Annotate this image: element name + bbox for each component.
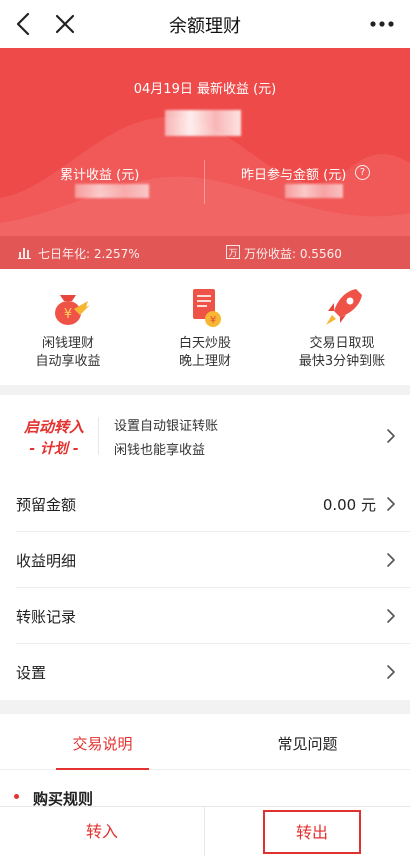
help-question-icon[interactable]: ? [355,165,370,180]
reserved-amount-row[interactable]: 预留金额 0.00 元 [0,476,410,532]
earnings-summary-panel: 04月19日 最新收益 (元) 累计收益 (元) 昨日参与金额 (元) ? 七日… [0,48,410,269]
chevron-right-icon [387,665,395,679]
promo-divider [98,417,99,455]
settings-row[interactable]: 设置 [0,644,410,700]
feature-idle-money: ¥ 闲钱理财 自动享收益 [0,283,136,371]
promo-line2: 闲钱也能享收益 [114,443,206,458]
svg-text:¥: ¥ [210,315,216,326]
chevron-right-icon [387,553,395,567]
top-nav-bar: 余额理财 [0,0,410,48]
hero-divider [204,160,205,204]
logo-line1: 启动转入 [23,418,84,436]
row-label: 预留金额 [16,496,77,514]
cumulative-earnings-label: 累计收益 (元) [60,168,140,183]
promo-line1: 设置自动银证转账 [114,419,219,434]
row-label: 转账记录 [16,608,77,626]
bottom-divider [204,807,205,856]
bottom-action-bar: 转入 转出 [0,806,410,856]
feature-fast-withdrawal: 交易日取现 最快3分钟到账 [274,283,410,371]
tab-trading-instructions[interactable]: 交易说明 [0,733,205,754]
feature-line: 闲钱理财 [41,336,94,351]
chevron-right-icon [387,609,395,623]
cumulative-earnings-value-masked [75,184,149,198]
auto-transfer-promo[interactable]: 启动转入 - 计划 - 设置自动银证转账 闲钱也能享收益 [0,395,410,478]
row-label: 设置 [16,664,47,682]
ten-thousand-icon: 万 [226,245,240,259]
document-coin-icon: ¥ [193,289,221,327]
svg-text:¥: ¥ [64,307,72,322]
bar-chart-icon [18,248,31,259]
feature-line: 最快3分钟到账 [298,354,386,369]
yesterday-amount-value-masked [285,184,343,198]
more-dots-icon[interactable] [368,12,396,36]
row-label: 收益明细 [16,552,77,570]
page-title: 余额理财 [169,16,241,37]
svg-text:万: 万 [228,249,237,259]
transfer-records-row[interactable]: 转账记录 [0,588,410,644]
reserved-amount-value: 0.00 元 [322,496,376,514]
info-tabs: 交易说明 常见问题 [0,714,410,770]
chevron-right-icon [387,429,395,443]
feature-highlights: ¥ 闲钱理财 自动享收益 ¥ 白天炒股 晚上理财 交易日取现 最快3分钟到账 [0,269,410,385]
tab-faq[interactable]: 常见问题 [205,733,410,754]
rocket-icon [326,289,362,325]
feature-line: 自动享收益 [35,354,101,369]
feature-day-stock-night-finance: ¥ 白天炒股 晚上理财 [137,283,273,371]
yesterday-amount-label: 昨日参与金额 (元) [241,168,347,183]
money-bag-icon: ¥ [55,295,90,325]
feature-line: 晚上理财 [178,354,231,369]
transfer-out-button[interactable]: 转出 [263,810,361,854]
bullet-dot [14,794,19,799]
feature-line: 白天炒股 [178,336,231,351]
logo-line2: - 计划 - [29,440,79,457]
latest-earnings-date-label: 04月19日 最新收益 (元) [133,82,277,97]
purchase-rules-section: 购买规则 [0,770,410,806]
purchase-rules-heading: 购买规则 [33,790,94,806]
per-ten-thousand-yield: 万份收益: 0.5560 [244,247,342,261]
chevron-right-icon [387,497,395,511]
feature-line: 交易日取现 [309,336,375,351]
latest-earnings-value-masked [165,110,241,136]
auto-transfer-plan-logo: 启动转入 - 计划 - [23,418,84,457]
seven-day-yield: 七日年化: 2.257% [38,247,140,261]
earnings-details-row[interactable]: 收益明细 [0,532,410,588]
transfer-in-button[interactable]: 转入 [0,807,204,856]
